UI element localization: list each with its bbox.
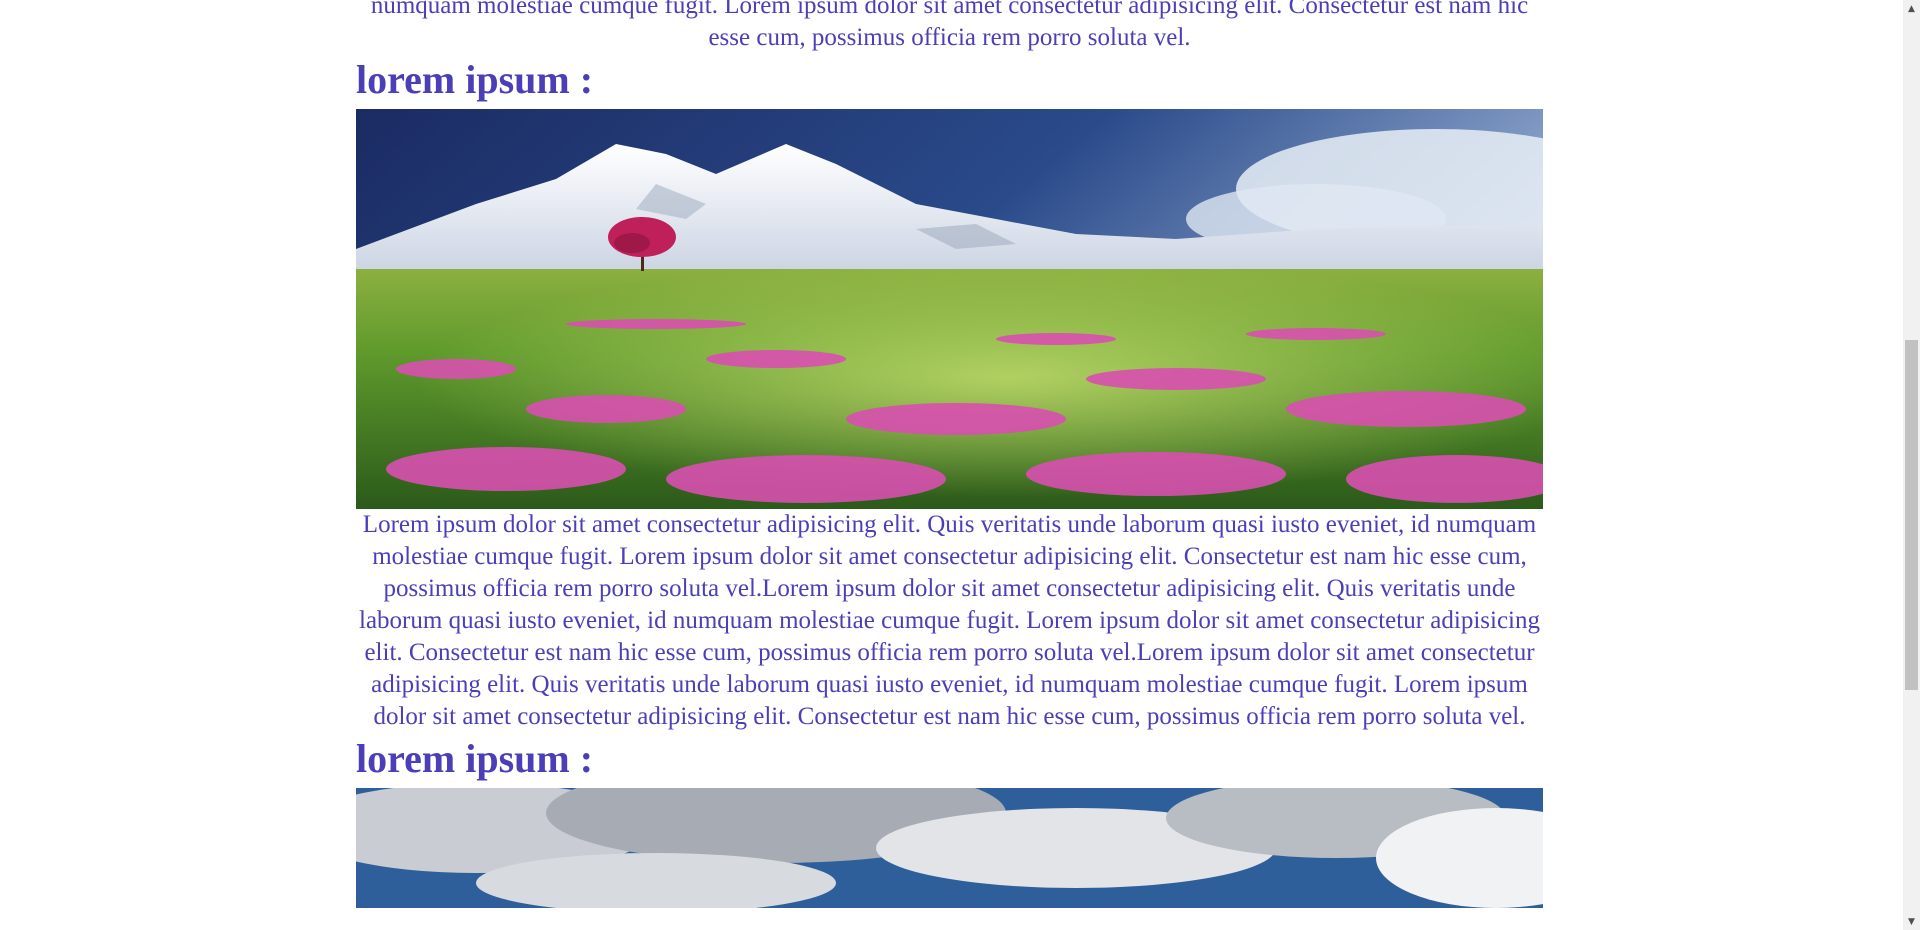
scrollbar-thumb[interactable] xyxy=(1905,340,1918,690)
paragraph-top: vel.Lorem ipsum dolor sit amet consectet… xyxy=(370,0,1529,51)
vertical-scrollbar[interactable]: ▲ ▼ xyxy=(1903,0,1920,930)
section-heading-1: lorem ipsum : xyxy=(356,57,594,102)
cloudy-sky-image xyxy=(356,788,1543,908)
landscape-mountain-meadow-image xyxy=(356,109,1543,509)
paragraph-1: Lorem ipsum dolor sit amet consectetur a… xyxy=(359,511,1540,730)
main-content: vel.Lorem ipsum dolor sit amet consectet… xyxy=(356,0,1543,908)
section-heading-2: lorem ipsum : xyxy=(356,736,594,781)
chevron-down-icon[interactable]: ▼ xyxy=(1903,913,1920,930)
chevron-up-icon[interactable]: ▲ xyxy=(1903,0,1920,17)
page-viewport: vel.Lorem ipsum dolor sit amet consectet… xyxy=(0,0,1903,930)
